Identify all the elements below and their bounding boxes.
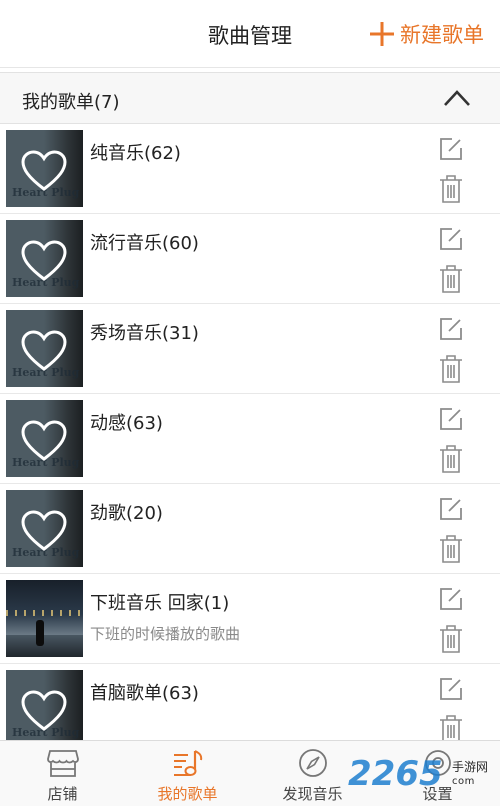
trash-icon[interactable] [438,264,464,294]
music-note-icon [173,750,202,776]
playlist-row[interactable]: Heart Plug 秀场音乐(31) [0,304,500,394]
playlist-row[interactable]: Heart Plug 流行音乐(60) [0,214,500,304]
compass-icon [298,749,327,777]
playlist-cover: Heart Plug [6,220,83,297]
heart-icon [21,420,67,461]
edit-icon[interactable] [438,406,464,432]
chevron-up-icon[interactable] [442,87,472,109]
site-watermark: 2265 手游网 com [348,752,498,802]
heart-icon [21,690,67,731]
playlist-row[interactable]: Heart Plug 纯音乐(62) [0,124,500,214]
playlist-cover: Heart Plug [6,490,83,567]
playlist-cover: Heart Plug [6,310,83,387]
playlist-row[interactable]: Heart Plug 动感(63) [0,394,500,484]
trash-icon[interactable] [438,534,464,564]
playlist-cover: Heart Plug [6,130,83,207]
new-playlist-label: 新建歌单 [400,23,484,47]
heart-icon [21,240,67,281]
new-playlist-button[interactable]: 新建歌单 [368,18,484,50]
trash-icon[interactable] [438,444,464,474]
watermark-text: 手游网 [452,760,489,774]
tab-label: 我的歌单 [157,785,218,803]
heart-icon [21,510,67,551]
playlist-name: 秀场音乐(31) [90,323,199,344]
playlist-description: 下班的时候播放的歌曲 [90,625,241,643]
section-label: 我的歌单(7) [22,92,120,113]
my-playlists-section[interactable]: 我的歌单(7) [0,72,500,124]
playlist-row[interactable]: Heart Plug 劲歌(20) [0,484,500,574]
edit-icon[interactable] [438,136,464,162]
playlist-cover: Heart Plug [6,400,83,477]
watermark-sub: com [452,776,475,787]
playlist-name: 动感(63) [90,413,163,434]
heart-icon [21,330,67,371]
edit-icon[interactable] [438,226,464,252]
tab-shop[interactable]: 店铺 [0,741,125,806]
edit-icon[interactable] [438,586,464,612]
watermark-number: 2265 [348,754,443,794]
shop-icon [46,750,79,777]
trash-icon[interactable] [438,174,464,204]
playlist-name: 流行音乐(60) [90,233,199,254]
tab-my-playlists[interactable]: 我的歌单 [125,741,250,806]
trash-icon[interactable] [438,624,464,654]
heart-icon [21,150,67,191]
trash-icon[interactable] [438,354,464,384]
playlist-row[interactable]: 下班音乐 回家(1) 下班的时候播放的歌曲 [0,574,500,664]
playlist-name: 纯音乐(62) [90,143,181,164]
edit-icon[interactable] [438,676,464,702]
playlist-cover [6,580,83,657]
playlist-name: 首脑歌单(63) [90,683,199,704]
tab-label: 店铺 [47,785,78,803]
plus-icon [370,22,394,46]
playlist-cover: Heart Plug [6,670,83,747]
playlist-list: Heart Plug 纯音乐(62) Heart Plug 流行音乐(60) H… [0,124,500,754]
edit-icon[interactable] [438,496,464,522]
edit-icon[interactable] [438,316,464,342]
playlist-name: 劲歌(20) [90,503,163,524]
app-header: 歌曲管理 新建歌单 [0,0,500,68]
playlist-name: 下班音乐 回家(1) [90,593,230,614]
